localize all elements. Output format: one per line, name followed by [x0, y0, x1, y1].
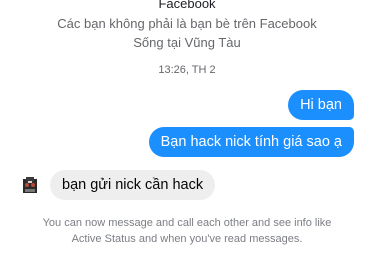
outgoing-message-1[interactable]: Hi bạn [288, 90, 354, 120]
chat-notice-line-1: You can now message and call each other … [42, 217, 332, 229]
outgoing-message-2[interactable]: Bạn hack nick tính giá sao ạ [148, 127, 354, 157]
contact-avatar[interactable] [19, 174, 41, 196]
message-timestamp: 13:26, TH 2 [158, 64, 216, 76]
header-relation: Các bạn không phải là bạn bè trên Facebo… [57, 16, 317, 31]
chat-notice: You can now message and call each other … [10, 215, 364, 247]
avatar-icon [19, 174, 41, 196]
header-platform: Facebook [158, 0, 216, 11]
header-location: Sống tại Vũng Tàu [133, 35, 241, 50]
chat-notice-line-2: Active Status and when you've read messa… [71, 233, 303, 245]
incoming-message[interactable]: bạn gửi nick cần hack [50, 170, 216, 200]
